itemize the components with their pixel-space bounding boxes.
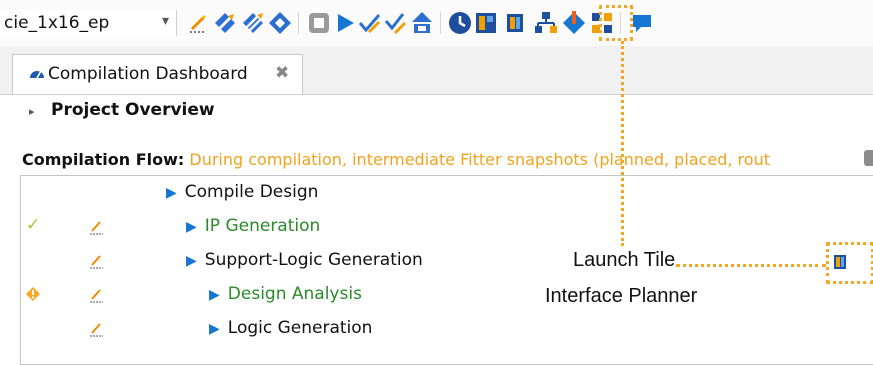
edit-icon[interactable]	[89, 253, 105, 269]
task-label: Support-Logic Generation	[204, 250, 423, 270]
dashboard-icon	[30, 70, 44, 79]
compilation-flow-label: Compilation Flow:	[22, 150, 185, 169]
play-icon[interactable]: ▶	[209, 321, 220, 337]
project-overview-heading[interactable]: Project Overview	[51, 100, 215, 120]
tab-label: Compilation Dashboard	[48, 64, 248, 84]
tab-compilation-dashboard[interactable]: Compilation Dashboard ✖	[12, 54, 303, 94]
tab-strip: Compilation Dashboard ✖	[0, 46, 873, 95]
compile-multi-icon[interactable]	[240, 10, 266, 36]
play-icon[interactable]: ▶	[186, 219, 197, 235]
table-row[interactable]: ▶ Logic Generation	[21, 313, 873, 347]
task-label: IP Generation	[204, 216, 321, 236]
check-icon[interactable]	[357, 10, 383, 36]
chevron-down-icon[interactable]: ▾	[162, 13, 169, 29]
compilation-flow-message: During compilation, intermediate Fitter …	[189, 150, 770, 169]
play-icon[interactable]: ▶	[209, 287, 220, 303]
program-icon[interactable]	[409, 10, 435, 36]
task-ip-generation[interactable]: ▶ IP Generation	[186, 216, 320, 236]
play-icon[interactable]: ▶	[166, 185, 177, 201]
main-toolbar: cie_1x16_ep ▾	[0, 0, 873, 46]
success-check-icon: ✓	[26, 215, 41, 235]
info-icon[interactable]	[864, 150, 873, 166]
table-row[interactable]: ▶ Design Analysis	[21, 279, 873, 313]
callout-line-2: Interface Planner	[544, 285, 699, 308]
tile-interface-planner-icon[interactable]	[502, 10, 528, 36]
callout-line-1: Launch Tile	[572, 249, 677, 272]
analysis-icon[interactable]	[267, 10, 293, 36]
hierarchy-icon[interactable]	[533, 10, 559, 36]
compilation-flow-header: Compilation Flow: During compilation, in…	[22, 150, 770, 169]
edit-icon[interactable]	[89, 321, 105, 337]
compile-icon[interactable]	[212, 10, 238, 36]
task-compile-design[interactable]: ▶ Compile Design	[166, 182, 318, 202]
project-select[interactable]: cie_1x16_ep ▾	[0, 10, 177, 36]
task-support-logic-generation[interactable]: ▶ Support-Logic Generation	[186, 250, 423, 270]
toolbar-separator	[298, 12, 299, 34]
task-design-analysis[interactable]: ▶ Design Analysis	[209, 284, 362, 304]
stop-icon[interactable]	[306, 10, 332, 36]
play-icon[interactable]: ▶	[186, 253, 197, 269]
toolbar-separator	[440, 12, 441, 34]
toolbar-highlight-box	[599, 5, 633, 41]
table-row[interactable]: ▶ Compile Design	[21, 177, 873, 211]
table-row[interactable]: ▶ Support-Logic Generation	[21, 245, 873, 279]
task-label: Design Analysis	[227, 284, 362, 304]
callout-connector-vertical	[621, 41, 624, 246]
edit-icon[interactable]	[186, 10, 212, 36]
row-highlight-box	[826, 242, 873, 284]
task-logic-generation[interactable]: ▶ Logic Generation	[209, 318, 372, 338]
close-icon[interactable]: ✖	[275, 63, 289, 83]
pin-planner-icon[interactable]	[561, 10, 587, 36]
chevron-right-icon[interactable]: ▸	[29, 105, 35, 118]
edit-icon[interactable]	[89, 219, 105, 235]
project-select-value: cie_1x16_ep	[4, 13, 110, 33]
task-label: Compile Design	[184, 182, 319, 202]
compilation-flow-table: ▶ Compile Design ✓ ▶ IP Generation ▶ Suppor…	[20, 175, 873, 365]
start-icon[interactable]	[332, 10, 358, 36]
warning-status-icon	[26, 287, 40, 301]
callout-connector-horizontal	[676, 264, 826, 267]
edit-icon[interactable]	[89, 287, 105, 303]
check-edit-icon[interactable]	[383, 10, 409, 36]
chip-planner-icon[interactable]	[473, 10, 499, 36]
timing-icon[interactable]	[447, 10, 473, 36]
task-label: Logic Generation	[227, 318, 373, 338]
table-row[interactable]: ✓ ▶ IP Generation	[21, 211, 873, 245]
